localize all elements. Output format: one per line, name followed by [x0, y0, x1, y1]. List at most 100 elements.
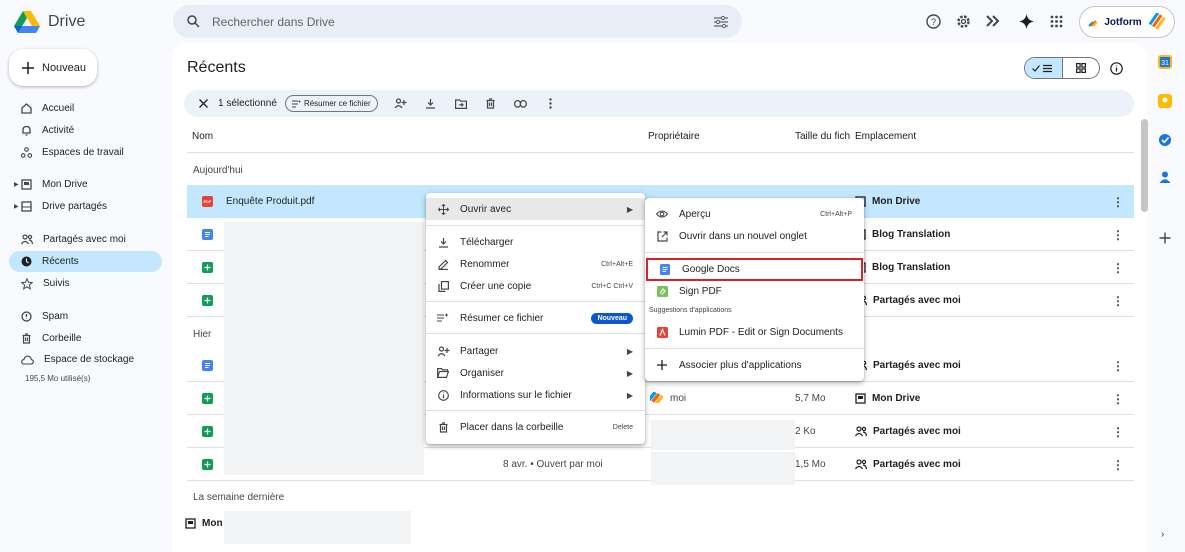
file-size: 2 Ko [795, 426, 816, 437]
column-header-owner[interactable]: Propriétaire [648, 131, 700, 142]
file-size: 5,7 Mo [795, 393, 826, 404]
sidebar-item-storage[interactable]: Espace de stockage [9, 349, 162, 370]
menu-item-google-docs[interactable]: Google Docs [646, 258, 863, 281]
menu-item-organize[interactable]: Organiser ▶ [426, 362, 645, 384]
settings-icon[interactable] [950, 8, 976, 34]
chevron-right-icon[interactable]: › [1161, 529, 1164, 540]
column-header-size[interactable]: Taille du fich [795, 131, 850, 142]
sidebar-item-workspaces[interactable]: Espaces de travail [9, 142, 162, 163]
sidebar-item-label: Mon Drive [42, 179, 88, 190]
sidebar-item-recent[interactable]: Récents [9, 251, 162, 272]
share-icon[interactable] [386, 98, 416, 109]
location-label: Mon [202, 518, 223, 529]
offline-sync-icon[interactable] [980, 8, 1006, 34]
redacted-block [224, 222, 424, 475]
location-label: Partagés avec moi [873, 459, 961, 470]
menu-item-download[interactable]: Télécharger [426, 231, 645, 253]
shortcut-label: Ctrl+Alt+P [820, 210, 852, 218]
more-vert-icon[interactable] [536, 98, 566, 109]
clock-icon [21, 256, 32, 267]
help-icon[interactable]: ? [920, 8, 946, 34]
grid-view-button[interactable] [1063, 58, 1100, 78]
sidebar-item-trash[interactable]: Corbeille [9, 328, 162, 349]
search-icon[interactable] [187, 15, 200, 28]
trash-icon[interactable] [476, 98, 506, 109]
scrollbar-thumb[interactable] [1141, 119, 1148, 212]
sidebar-item-home[interactable]: Accueil [9, 98, 162, 119]
menu-item-share[interactable]: Partager ▶ [426, 340, 645, 362]
menu-item-preview[interactable]: Aperçu Ctrl+Alt+P [645, 203, 864, 225]
info-icon[interactable] [1108, 60, 1124, 76]
avatar [1148, 13, 1166, 31]
move-folder-icon[interactable] [446, 98, 476, 109]
divider [426, 410, 645, 411]
expand-caret-icon[interactable]: ▶ [14, 181, 19, 188]
trash-icon [21, 333, 32, 344]
divider [426, 225, 645, 226]
chevron-right-icon: ▶ [626, 204, 633, 214]
list-view-button[interactable] [1025, 58, 1063, 78]
column-header-location[interactable]: Emplacement [855, 131, 916, 142]
menu-item-copy[interactable]: Créer une copie Ctrl+C Ctrl+V [426, 275, 645, 297]
link-icon[interactable] [506, 99, 536, 108]
more-vert-icon[interactable]: ⋮ [1112, 359, 1124, 373]
redacted-block [224, 511, 411, 544]
drive-logo[interactable]: Drive [14, 8, 104, 36]
contacts-icon[interactable] [1158, 170, 1172, 184]
more-vert-icon[interactable]: ⋮ [1112, 228, 1124, 242]
sidebar-item-my-drive[interactable]: ▶ Mon Drive [9, 174, 162, 195]
close-icon[interactable] [194, 99, 212, 108]
suggestions-heading: Suggestions d'applications [649, 307, 732, 314]
sidebar-item-shared-with-me[interactable]: Partagés avec moi [9, 229, 162, 250]
account-switcher[interactable]: Jotform [1079, 6, 1175, 38]
new-badge: Nouveau [591, 312, 633, 324]
add-addon-icon[interactable] [1158, 231, 1172, 245]
divider [187, 152, 1134, 153]
trash-icon [436, 421, 450, 433]
menu-item-rename[interactable]: Renommer Ctrl+Alt+E [426, 253, 645, 275]
more-vert-icon[interactable]: ⋮ [1112, 294, 1124, 308]
docs-icon [658, 264, 672, 275]
opened-info: 8 avr. • Ouvert par moi [503, 459, 603, 470]
menu-item-label: Partager [460, 345, 499, 357]
filter-options-icon[interactable] [714, 15, 728, 28]
sidebar-item-activity[interactable]: Activité [9, 120, 162, 141]
location-cell: Partagés avec moi [855, 360, 961, 371]
tasks-icon[interactable] [1158, 133, 1172, 147]
apps-grid-icon[interactable] [1043, 8, 1069, 34]
more-vert-icon[interactable]: ⋮ [1112, 425, 1124, 439]
menu-item-file-info[interactable]: Informations sur le fichier ▶ [426, 384, 645, 406]
menu-item-summarize[interactable]: Résumer ce fichier Nouveau [426, 307, 645, 329]
menu-item-open-with[interactable]: Ouvrir avec ▶ [426, 198, 645, 220]
eye-icon [655, 210, 669, 218]
more-vert-icon[interactable]: ⋮ [1112, 458, 1124, 472]
view-toggle[interactable] [1024, 57, 1100, 79]
menu-item-more-apps[interactable]: Associer plus d'applications [645, 354, 864, 376]
search-input[interactable] [212, 14, 702, 29]
location-label: Partagés avec moi [873, 426, 961, 437]
shared-drives-icon [21, 201, 32, 212]
copy-icon [436, 280, 450, 292]
menu-item-open-new-tab[interactable]: Ouvrir dans un nouvel onglet [645, 225, 864, 247]
new-button[interactable]: Nouveau [9, 49, 97, 86]
summarize-button[interactable]: Résumer ce fichier [284, 95, 378, 112]
more-vert-icon[interactable]: ⋮ [1112, 392, 1124, 406]
menu-item-lumin-pdf[interactable]: Lumin PDF - Edit or Sign Documents [645, 321, 864, 343]
sidebar-item-spam[interactable]: Spam [9, 306, 162, 327]
sidebar-item-starred[interactable]: Suivis [9, 273, 162, 294]
menu-item-sign-pdf[interactable]: Sign PDF [645, 280, 864, 302]
sidebar-item-shared-drives[interactable]: ▶ Drive partagés [9, 196, 162, 217]
people-icon [855, 459, 867, 470]
column-header-name[interactable]: Nom [192, 131, 213, 142]
more-vert-icon[interactable]: ⋮ [1112, 261, 1124, 275]
expand-caret-icon[interactable]: ▶ [14, 203, 19, 210]
menu-item-trash[interactable]: Placer dans la corbeille Delete [426, 416, 645, 438]
sidebar-item-label: Partagés avec moi [43, 234, 126, 245]
calendar-icon[interactable]: 31 [1158, 55, 1172, 69]
gemini-icon[interactable] [1013, 8, 1039, 34]
more-vert-icon[interactable]: ⋮ [1112, 195, 1124, 209]
search-bar[interactable] [173, 5, 742, 38]
download-icon[interactable] [416, 98, 446, 109]
menu-item-label: Créer une copie [460, 280, 532, 292]
keep-icon[interactable] [1158, 94, 1172, 108]
